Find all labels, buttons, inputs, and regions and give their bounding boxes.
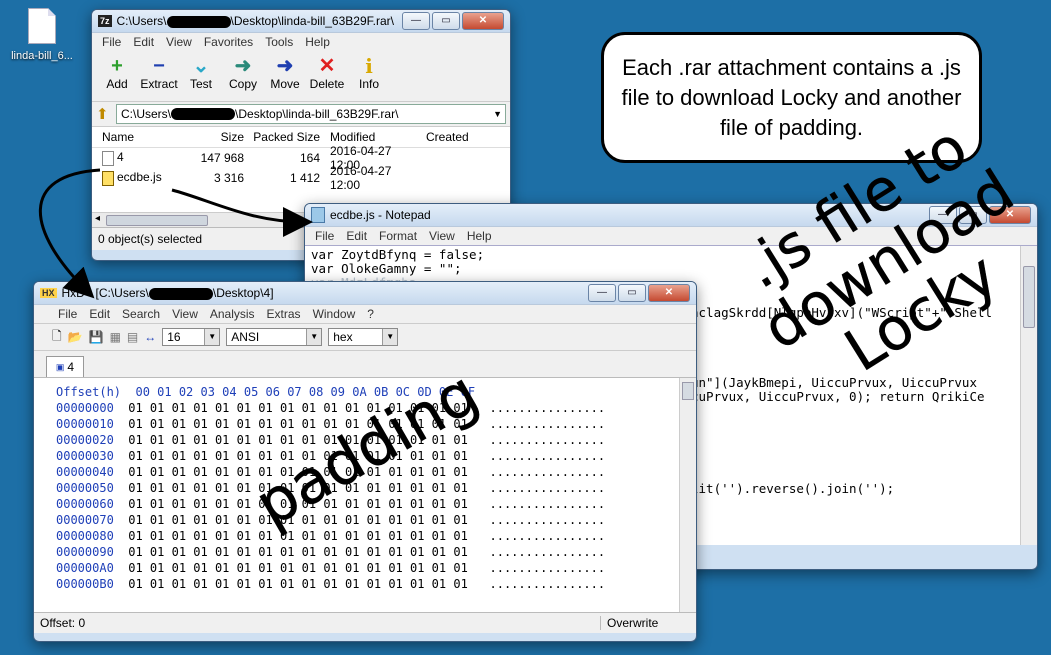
arrow-to-notepad bbox=[171, 188, 313, 237]
arrow-to-hxd bbox=[38, 168, 101, 299]
